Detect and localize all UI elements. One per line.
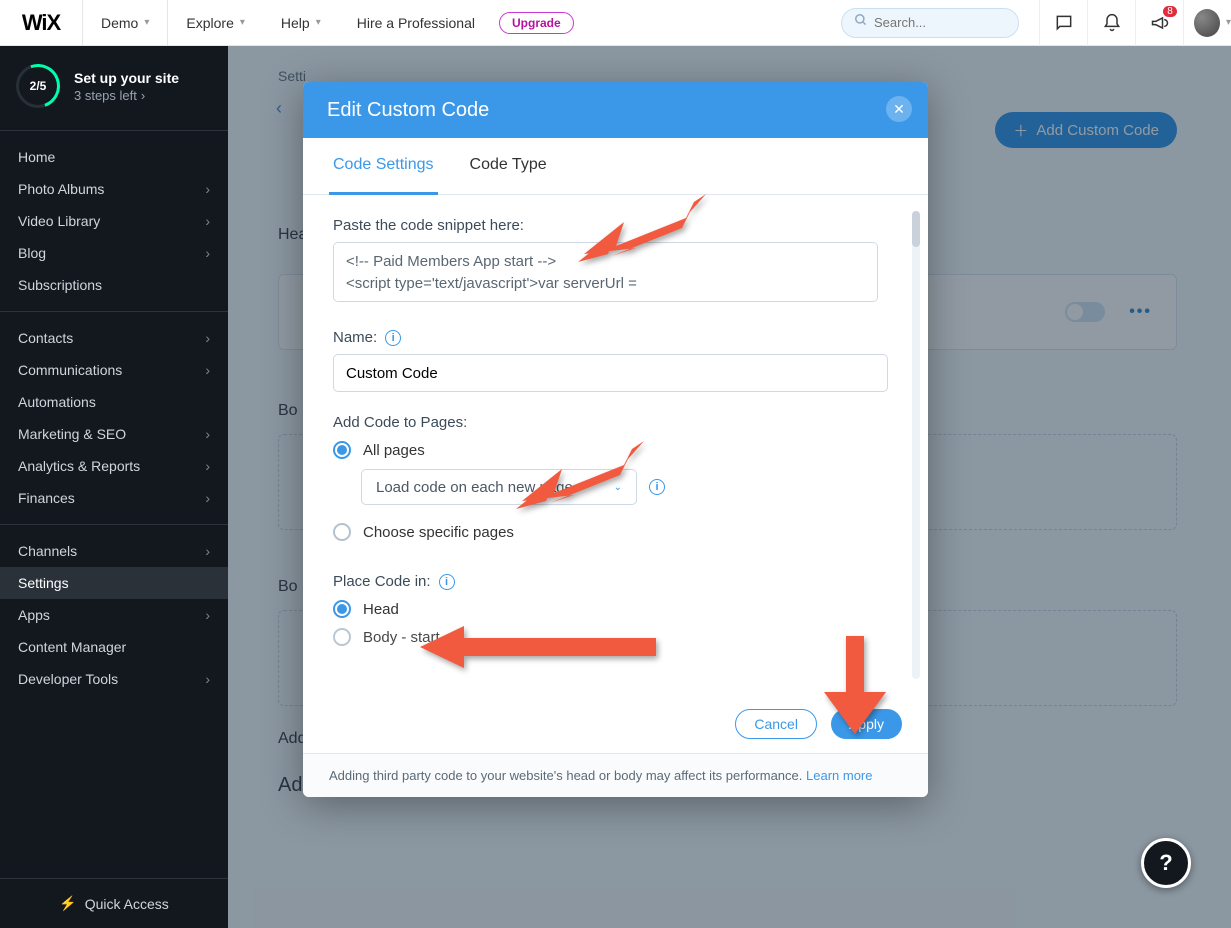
info-icon[interactable]: i	[385, 330, 401, 346]
radio-checked-icon	[333, 441, 351, 459]
radio-empty-icon	[333, 628, 351, 646]
nav-channels[interactable]: Channels	[0, 535, 228, 567]
search-input[interactable]	[841, 8, 1019, 38]
modal-tabs: Code Settings Code Type	[303, 138, 928, 195]
name-label: Name: i	[333, 329, 902, 346]
sidebar: 2/5 Set up your site 3 steps left› Home …	[0, 46, 228, 928]
help-fab[interactable]: ?	[1141, 838, 1191, 888]
nav-group-2: Contacts Communications Automations Mark…	[0, 312, 228, 525]
nav-home[interactable]: Home	[0, 141, 228, 173]
tab-code-type[interactable]: Code Type	[466, 138, 551, 194]
nav-finances[interactable]: Finances	[0, 482, 228, 514]
annotation-arrow-4	[820, 636, 890, 741]
chevron-down-icon: ▾	[1226, 17, 1231, 28]
nav-photo-albums[interactable]: Photo Albums	[0, 173, 228, 205]
search-icon	[854, 13, 868, 32]
upgrade-button[interactable]: Upgrade	[499, 12, 574, 34]
explore-menu[interactable]: Explore▾	[168, 0, 263, 46]
chevron-down-icon: ▾	[144, 17, 149, 28]
scrollbar[interactable]	[912, 211, 920, 679]
radio-head[interactable]: Head	[333, 600, 902, 618]
cancel-button[interactable]: Cancel	[735, 709, 817, 739]
learn-more-link[interactable]: Learn more	[806, 768, 872, 783]
notification-badge: 8	[1163, 6, 1177, 17]
nav-subscriptions[interactable]: Subscriptions	[0, 269, 228, 301]
bell-icon[interactable]	[1087, 0, 1135, 46]
tab-code-settings[interactable]: Code Settings	[329, 138, 438, 195]
annotation-arrow-1	[578, 188, 708, 273]
scroll-thumb[interactable]	[912, 211, 920, 247]
nav-video-library[interactable]: Video Library	[0, 205, 228, 237]
radio-specific-pages[interactable]: Choose specific pages	[333, 523, 902, 541]
chevron-down-icon: ▾	[240, 17, 245, 28]
avatar	[1194, 9, 1220, 37]
hire-link[interactable]: Hire a Professional	[339, 0, 493, 46]
nav-settings[interactable]: Settings	[0, 567, 228, 599]
modal-footer-note: Adding third party code to your website'…	[303, 753, 928, 797]
nav-developer-tools[interactable]: Developer Tools	[0, 663, 228, 695]
nav-automations[interactable]: Automations	[0, 386, 228, 418]
setup-subtitle: 3 steps left›	[74, 88, 179, 103]
info-icon[interactable]: i	[649, 479, 665, 495]
radio-empty-icon	[333, 523, 351, 541]
modal-header: Edit Custom Code ✕	[303, 82, 928, 138]
nav-group-3: Channels Settings Apps Content Manager D…	[0, 525, 228, 705]
setup-title: Set up your site	[74, 70, 179, 86]
place-code-label: Place Code in: i	[333, 573, 902, 590]
wix-logo[interactable]: WiX	[0, 0, 83, 46]
nav-analytics-reports[interactable]: Analytics & Reports	[0, 450, 228, 482]
nav-blog[interactable]: Blog	[0, 237, 228, 269]
nav-content-manager[interactable]: Content Manager	[0, 631, 228, 663]
nav-apps[interactable]: Apps	[0, 599, 228, 631]
info-icon[interactable]: i	[439, 574, 455, 590]
nav-communications[interactable]: Communications	[0, 354, 228, 386]
add-pages-label: Add Code to Pages:	[333, 414, 902, 431]
modal-title: Edit Custom Code	[327, 99, 489, 122]
chevron-down-icon: ▾	[316, 17, 321, 28]
announce-icon[interactable]: 8	[1135, 0, 1183, 46]
user-menu[interactable]: ▾	[1183, 0, 1231, 46]
nav-contacts[interactable]: Contacts	[0, 322, 228, 354]
nav-group-1: Home Photo Albums Video Library Blog Sub…	[0, 131, 228, 312]
setup-card[interactable]: 2/5 Set up your site 3 steps left›	[0, 46, 228, 131]
annotation-arrow-3	[420, 622, 660, 677]
topbar: WiX Demo▾ Explore▾ Help▾ Hire a Professi…	[0, 0, 1231, 46]
nav-marketing-seo[interactable]: Marketing & SEO	[0, 418, 228, 450]
help-menu[interactable]: Help▾	[263, 0, 339, 46]
name-input[interactable]	[333, 354, 888, 392]
close-icon[interactable]: ✕	[886, 96, 912, 122]
annotation-arrow-2	[516, 435, 646, 520]
quick-access[interactable]: ⚡ Quick Access	[0, 878, 228, 928]
lightning-icon: ⚡	[59, 895, 76, 912]
progress-ring: 2/5	[16, 64, 60, 108]
site-selector[interactable]: Demo▾	[83, 0, 168, 46]
radio-checked-icon	[333, 600, 351, 618]
chat-icon[interactable]	[1039, 0, 1087, 46]
